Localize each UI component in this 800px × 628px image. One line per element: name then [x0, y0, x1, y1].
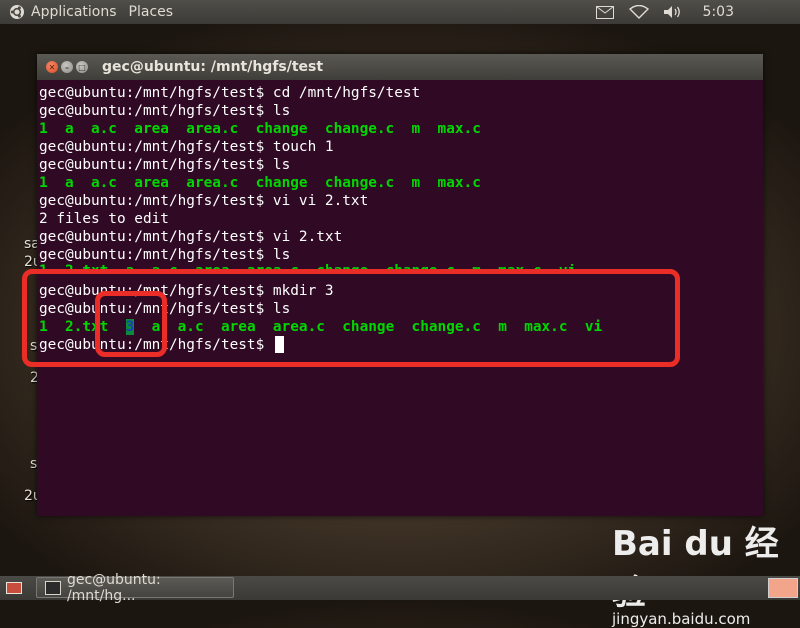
clock[interactable]: 5:03 — [703, 4, 734, 20]
terminal-output-line: 2 files to edit — [39, 211, 169, 227]
taskbar-terminal-button[interactable]: gec@ubuntu: /mnt/hg... — [36, 572, 234, 604]
terminal-prompt: gec@ubuntu:/mnt/hgfs/test$ — [39, 247, 265, 263]
ubuntu-logo-icon[interactable] — [9, 4, 25, 20]
taskbar-label: gec@ubuntu: /mnt/hg... — [66, 571, 161, 604]
watermark-url: jingyan.baidu.com — [612, 610, 751, 628]
ls-output-line: 1 a a.c area area.c change change.c m ma… — [39, 175, 481, 191]
terminal-command-line: gec@ubuntu:/mnt/hgfs/test$ vi vi 2.txt — [39, 192, 765, 210]
annotation-box-new-dir — [95, 291, 167, 357]
mail-icon[interactable] — [595, 4, 615, 20]
close-window-button[interactable]: ✕ — [46, 61, 58, 73]
terminal-command-line: gec@ubuntu:/mnt/hgfs/test$ vi 2.txt — [39, 228, 765, 246]
bottom-panel: gec@ubuntu: /mnt/hg... — [0, 572, 800, 604]
places-menu[interactable]: Places — [129, 4, 174, 20]
show-desktop-icon[interactable] — [6, 582, 22, 594]
terminal-command-line: gec@ubuntu:/mnt/hgfs/test$ touch 1 — [39, 138, 765, 156]
volume-icon[interactable] — [663, 4, 683, 20]
terminal-prompt: gec@ubuntu:/mnt/hgfs/test$ — [39, 193, 265, 209]
terminal-command: vi 2.txt — [264, 229, 343, 245]
terminal-prompt: gec@ubuntu:/mnt/hgfs/test$ — [39, 103, 265, 119]
terminal-icon — [45, 580, 61, 595]
ls-output-line: 1 a a.c area area.c change change.c m ma… — [39, 121, 481, 137]
baidu-jingyan-watermark: Bai du 经验 jingyan.baidu.com — [612, 516, 800, 628]
terminal-prompt: gec@ubuntu:/mnt/hgfs/test$ — [39, 139, 265, 155]
terminal-command: cd /mnt/hgfs/test — [264, 85, 421, 101]
trash-icon[interactable] — [768, 578, 798, 598]
system-tray: 5:03 — [595, 0, 800, 24]
terminal-command-line: gec@ubuntu:/mnt/hgfs/test$ ls — [39, 102, 765, 120]
terminal-prompt: gec@ubuntu:/mnt/hgfs/test$ — [39, 229, 265, 245]
terminal-prompt: gec@ubuntu:/mnt/hgfs/test$ — [39, 157, 265, 173]
wifi-icon[interactable] — [628, 4, 649, 20]
minimize-window-button[interactable]: – — [61, 61, 73, 73]
window-title: gec@ubuntu: /mnt/hgfs/test — [102, 59, 324, 75]
terminal-command: ls — [264, 247, 291, 263]
terminal-command: vi vi 2.txt — [264, 193, 369, 209]
window-titlebar[interactable]: ✕ – □ gec@ubuntu: /mnt/hgfs/test — [37, 54, 763, 80]
terminal-command-line: gec@ubuntu:/mnt/hgfs/test$ cd /mnt/hgfs/… — [39, 84, 765, 102]
terminal-command-line: gec@ubuntu:/mnt/hgfs/test$ ls — [39, 246, 765, 264]
maximize-window-button[interactable]: □ — [76, 61, 88, 73]
terminal-command: ls — [264, 103, 291, 119]
terminal-prompt: gec@ubuntu:/mnt/hgfs/test$ — [39, 85, 265, 101]
terminal-command: ls — [264, 157, 291, 173]
applications-menu[interactable]: Applications — [31, 4, 117, 20]
terminal-command-line: gec@ubuntu:/mnt/hgfs/test$ ls — [39, 156, 765, 174]
top-panel: Applications Places 5:03 — [0, 0, 800, 24]
terminal-command: touch 1 — [264, 139, 334, 155]
